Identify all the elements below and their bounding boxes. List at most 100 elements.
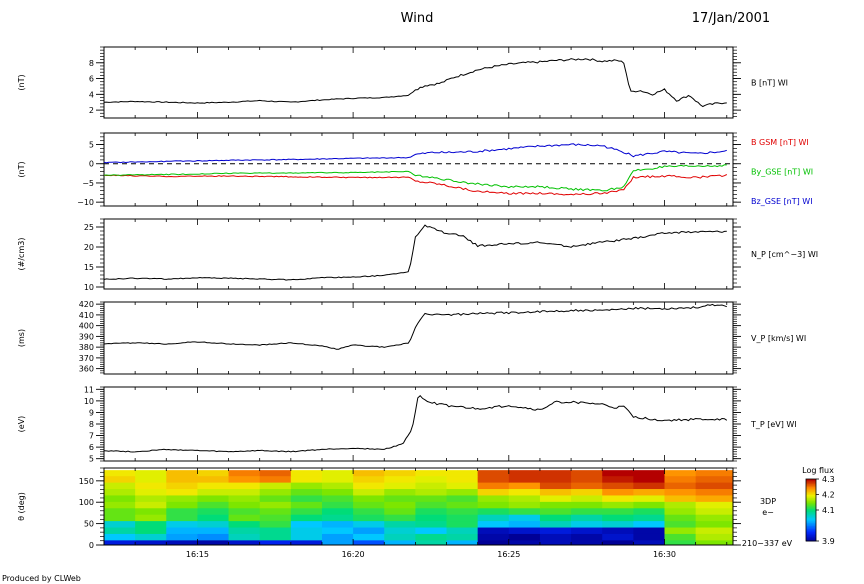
heatmap-cell bbox=[446, 475, 479, 483]
plot-date: 17/Jan/2001 bbox=[692, 11, 770, 26]
heatmap-cell bbox=[321, 527, 354, 534]
y-tick-label: 6 bbox=[89, 75, 94, 84]
colorbar-tick-label: 4.2 bbox=[822, 491, 835, 500]
heatmap-cell bbox=[259, 527, 292, 534]
heatmap-cell bbox=[446, 482, 479, 490]
heatmap-cell bbox=[228, 527, 261, 534]
heatmap-cell bbox=[571, 520, 603, 528]
y-axis-label: (ms) bbox=[17, 329, 26, 347]
y-tick-label: 11 bbox=[84, 385, 94, 394]
heatmap-cell bbox=[259, 470, 292, 477]
y-tick-label: 20 bbox=[84, 243, 94, 252]
heatmap-cell bbox=[135, 520, 167, 528]
heatmap-cell bbox=[508, 507, 541, 515]
y-tick-label: 5 bbox=[89, 455, 94, 464]
heatmap-cell bbox=[166, 533, 198, 541]
heatmap-cell bbox=[477, 514, 510, 522]
y-tick-label: 5 bbox=[89, 141, 94, 150]
heatmap-cell bbox=[415, 527, 448, 534]
y-axis: 5 6 7 8 9 10 11 bbox=[84, 385, 741, 464]
y-axis-label: (#/cm3) bbox=[17, 238, 26, 271]
heatmap-cell bbox=[571, 470, 603, 477]
heatmap-cell bbox=[290, 527, 323, 534]
series-label: Bz_GSE [nT] WI bbox=[751, 197, 813, 206]
heatmap-cell bbox=[228, 520, 261, 528]
panel-5: 5 6 7 8 9 10 11 (eV) T_P [eV] WI bbox=[17, 385, 797, 463]
x-tick-label: 16:20 bbox=[342, 550, 365, 559]
heatmap-cell bbox=[477, 470, 510, 477]
heatmap-cell bbox=[321, 482, 354, 490]
heatmap-cell bbox=[695, 494, 734, 502]
heatmap-cell bbox=[228, 488, 261, 496]
heatmap-cell bbox=[135, 488, 167, 496]
y-axis-label: (eV) bbox=[17, 416, 26, 433]
y-tick-label: −10 bbox=[77, 198, 94, 207]
heatmap-cell bbox=[508, 488, 541, 496]
heatmap-cell bbox=[353, 475, 385, 483]
heatmap-cell bbox=[602, 501, 634, 509]
heatmap-cell bbox=[508, 520, 541, 528]
y-tick-label: 8 bbox=[89, 420, 94, 429]
heatmap-cell bbox=[135, 470, 167, 477]
heatmap-cell bbox=[228, 533, 261, 541]
heatmap-cell bbox=[104, 470, 136, 477]
heatmap-cell bbox=[259, 520, 292, 528]
heatmap-cell bbox=[353, 533, 385, 541]
heatmap-cell bbox=[384, 520, 416, 528]
energy-range-label: 210−337 eV bbox=[742, 539, 793, 548]
heatmap-cell bbox=[477, 527, 510, 534]
heatmap-cell bbox=[228, 494, 261, 502]
heatmap-cell bbox=[446, 520, 479, 528]
y-tick-label: 420 bbox=[79, 300, 94, 309]
heatmap-cell bbox=[477, 475, 510, 483]
heatmap-cell bbox=[633, 488, 665, 496]
heatmap-cell bbox=[539, 507, 572, 515]
heatmap-cell bbox=[571, 482, 603, 490]
heatmap-cell bbox=[571, 475, 603, 483]
y-tick-label: 100 bbox=[79, 498, 94, 507]
heatmap-cell bbox=[290, 475, 323, 483]
heatmap-cell bbox=[104, 514, 136, 522]
heatmap-cell bbox=[353, 494, 385, 502]
heatmap-cell bbox=[664, 533, 697, 541]
heatmap-cell bbox=[508, 494, 541, 502]
heatmap-cell bbox=[197, 501, 230, 509]
panel-3: 10 15 20 25 (#/cm3) N_P [cm^−3] WI bbox=[17, 218, 818, 292]
heatmap-cell bbox=[602, 482, 634, 490]
heatmap-cell bbox=[664, 507, 697, 515]
heatmap-cell bbox=[664, 482, 697, 490]
heatmap-cell bbox=[695, 475, 734, 483]
heatmap-cell bbox=[197, 527, 230, 534]
heatmap-cell bbox=[539, 501, 572, 509]
y-axis-label: (nT) bbox=[17, 161, 26, 177]
heatmap-cell bbox=[602, 533, 634, 541]
heatmap-cell bbox=[321, 507, 354, 515]
heatmap-cell bbox=[571, 514, 603, 522]
heatmap-cell bbox=[166, 482, 198, 490]
heatmap-cell bbox=[197, 482, 230, 490]
heatmap-cell bbox=[290, 501, 323, 509]
heatmap-cell bbox=[664, 514, 697, 522]
species-label: e− bbox=[762, 508, 774, 517]
series-line bbox=[103, 303, 727, 350]
series-line bbox=[103, 143, 727, 164]
heatmap-cell bbox=[104, 482, 136, 490]
heatmap-cell bbox=[228, 475, 261, 483]
heatmap-cell bbox=[415, 470, 448, 477]
heatmap-cell bbox=[384, 470, 416, 477]
colorbar-tick-label: 3.9 bbox=[822, 537, 835, 546]
heatmap-cell bbox=[197, 488, 230, 496]
heatmap-cell bbox=[104, 488, 136, 496]
panel-frame bbox=[103, 218, 734, 290]
x-axis bbox=[103, 47, 728, 118]
heatmap-cell bbox=[415, 488, 448, 496]
y-tick-label: 150 bbox=[79, 477, 94, 486]
heatmap-cell bbox=[664, 501, 697, 509]
heatmap-cell bbox=[695, 507, 734, 515]
heatmap-cell bbox=[353, 470, 385, 477]
heatmap-cell bbox=[353, 527, 385, 534]
y-axis: 2 4 6 8 bbox=[89, 46, 741, 117]
heatmap-cell bbox=[571, 527, 603, 534]
heatmap-cell bbox=[197, 520, 230, 528]
y-tick-label: 360 bbox=[79, 365, 94, 374]
